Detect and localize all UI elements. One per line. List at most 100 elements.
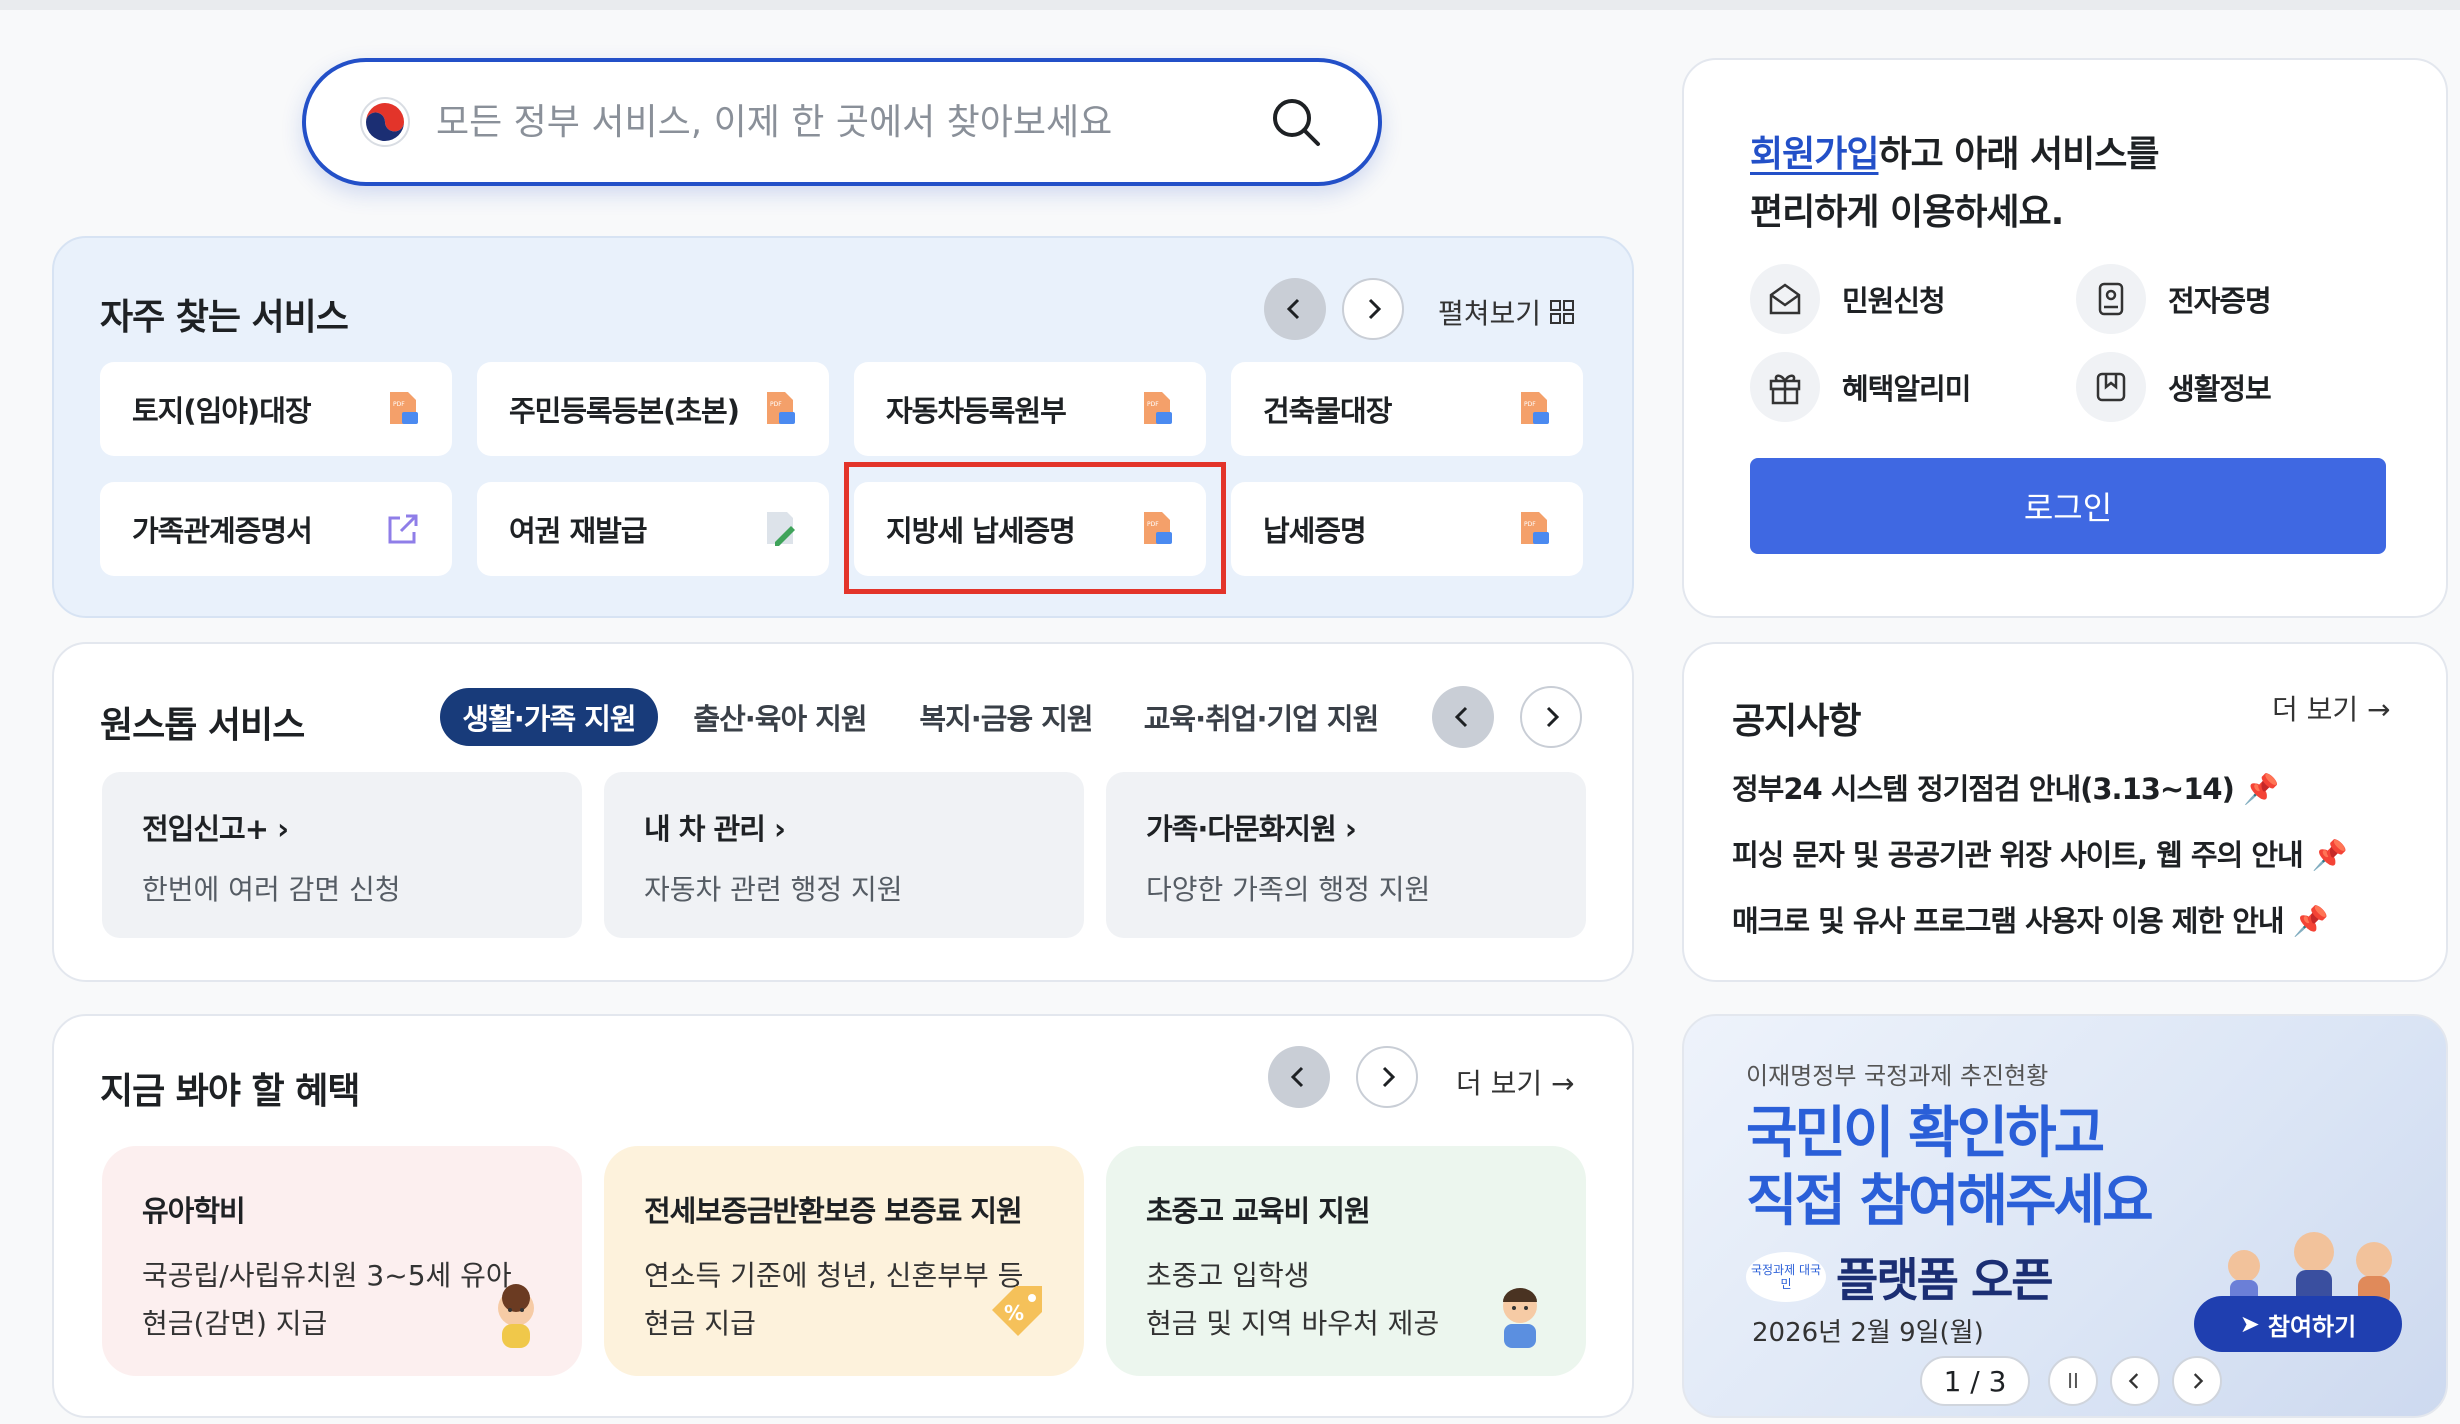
chevron-left-icon [1454,706,1468,728]
service-vehicle-register[interactable]: 자동차등록원부 PDF [854,362,1206,456]
service-e-certificate[interactable]: 전자증명 [2076,264,2272,334]
onestop-card-desc: 다양한 가족의 행정 지원 [1146,873,1431,906]
tab-education-employment[interactable]: 교육·취업·기업 지원 [1126,688,1396,746]
taeguk-logo-icon [360,97,410,147]
chevron-right-icon: › [1344,812,1357,846]
chevron-left-icon [1290,1066,1304,1088]
notice-panel: 공지사항 더 보기 → 정부24 시스템 정기점검 안내(3.13~14) 📌 … [1682,642,2448,982]
notice-more-link[interactable]: 더 보기 → [2272,688,2391,728]
pdf-document-icon: PDF [1521,512,1549,544]
benefit-title: 초중고 교육비 지원 [1146,1194,1371,1228]
arrow-right-icon: → [1551,1067,1575,1100]
tab-welfare-finance[interactable]: 복지·금융 지원 [900,688,1112,746]
service-benefit-alert[interactable]: 혜택알리미 [1750,352,1971,422]
onestop-card-move-in[interactable]: 전입신고+ › 한번에 여러 감면 신청 [102,772,582,938]
login-panel: 회원가입하고 아래 서비스를 편리하게 이용하세요. 민원신청 전자증명 혜택알… [1682,58,2448,618]
people-illustration-icon [2228,1232,2392,1306]
service-family-certificate[interactable]: 가족관계증명서 [100,482,452,576]
banner-date: 2026년 2월 9일(월) [1752,1318,1984,1348]
service-tax-certificate[interactable]: 납세증명 PDF [1231,482,1583,576]
notice-item[interactable]: 매크로 및 유사 프로그램 사용자 이용 제한 안내 📌 [1732,898,2329,940]
pdf-document-icon: PDF [390,392,418,424]
svg-text:PDF: PDF [770,401,782,408]
top-divider [0,0,2460,10]
expand-view-label: 펼쳐보기 [1438,297,1542,330]
benefit-card-kindergarten[interactable]: 유아학비 국공립/사립유치원 3~5세 유아 현금(감면) 지급 [102,1146,582,1376]
chevron-right-icon [2193,1373,2204,1389]
frequent-next-button[interactable] [1342,278,1404,340]
notice-title: 공지사항 [1732,701,1861,742]
service-passport-reissue[interactable]: 여권 재발급 [477,482,829,576]
pdf-document-icon: PDF [767,392,795,424]
chevron-right-icon [1368,298,1382,320]
service-life-info[interactable]: 생활정보 [2076,352,2272,422]
chevron-right-icon [1546,706,1560,728]
banner-pause-button[interactable]: II [2048,1356,2098,1406]
banner-next-button[interactable] [2172,1356,2222,1406]
chevron-right-icon [1382,1066,1396,1088]
banner-platform: 국정과제 대국민 플랫폼 오픈 [1746,1244,2054,1310]
login-button[interactable]: 로그인 [1750,458,2386,554]
onestop-card-my-car[interactable]: 내 차 관리 › 자동차 관련 행정 지원 [604,772,1084,938]
benefits-more-link[interactable]: 더 보기 → [1456,1062,1575,1102]
chevron-right-icon: › [774,812,786,846]
benefits-panel: 지금 봐야 할 혜택 더 보기 → 유아학비 국공립/사립유치원 3~5세 유아… [52,1014,1634,1418]
pin-icon: 📌 [2242,772,2279,806]
search-input[interactable] [436,84,1256,160]
child-character-icon [498,1284,534,1348]
service-resident-register[interactable]: 주민등록등본(초본) PDF [477,362,829,456]
tab-birth-childcare[interactable]: 출산·육아 지원 [674,688,886,746]
id-card-icon [2098,282,2124,316]
onestop-next-button[interactable] [1520,686,1582,748]
onestop-card-family-support[interactable]: 가족·다문화지원 › 다양한 가족의 행정 지원 [1106,772,1586,938]
onestop-card-desc: 자동차 관련 행정 지원 [644,873,903,906]
svg-text:%: % [1004,1301,1024,1325]
frequent-prev-button[interactable] [1264,278,1326,340]
join-button[interactable]: ➤ 참여하기 [2194,1296,2402,1352]
onestop-card-desc: 한번에 여러 감면 신청 [142,873,401,906]
tab-life-family[interactable]: 생활·가족 지원 [440,688,658,746]
notice-item[interactable]: 피싱 문자 및 공공기관 위장 사이트, 웹 주의 안내 📌 [1732,832,2348,874]
search-bar[interactable] [302,58,1382,186]
banner-prev-button[interactable] [2110,1356,2160,1406]
service-land-register[interactable]: 토지(임야)대장 PDF [100,362,452,456]
mail-inbox-icon [1769,283,1801,315]
service-label: 건축물대장 [1263,394,1392,428]
banner-supertitle: 이재명정부 국정과제 추진현황 [1746,1062,2049,1090]
pin-icon: 📌 [2311,838,2348,872]
onestop-prev-button[interactable] [1432,686,1494,748]
signup-link[interactable]: 회원가입 [1750,134,1879,175]
benefit-card-education-cost[interactable]: 초중고 교육비 지원 초중고 입학생 현금 및 지역 바우처 제공 [1106,1146,1586,1376]
onestop-services-panel: 원스톱 서비스 생활·가족 지원 출산·육아 지원 복지·금융 지원 교육·취업… [52,642,1634,982]
promo-banner[interactable]: 이재명정부 국정과제 추진현황 국민이 확인하고 직접 참여해주세요 국정과제 … [1682,1014,2448,1418]
service-label: 납세증명 [1263,514,1367,548]
grid-icon [1550,300,1575,324]
frequent-services-title: 자주 찾는 서비스 [100,297,349,338]
benefit-title: 유아학비 [142,1194,246,1228]
expand-view-button[interactable]: 펼쳐보기 [1438,292,1575,332]
bookmark-icon [2096,372,2126,402]
chevron-left-icon [2128,1373,2139,1389]
banner-platform-text: 플랫폼 오픈 [1836,1253,2054,1307]
svg-text:PDF: PDF [393,401,405,408]
arrow-right-icon: → [2367,693,2391,726]
search-icon[interactable] [1266,92,1326,152]
cursor-icon: ➤ [2239,1310,2260,1338]
notice-item[interactable]: 정부24 시스템 정기점검 안내(3.13~14) 📌 [1732,766,2279,808]
benefit-title: 전세보증금반환보증 보증료 지원 [644,1194,1023,1228]
benefits-prev-button[interactable] [1268,1046,1330,1108]
pdf-document-icon: PDF [1521,392,1549,424]
onestop-card-title: 전입신고+ › [142,812,289,846]
banner-badge: 국정과제 대국민 [1746,1252,1826,1302]
pdf-document-icon: PDF [1144,392,1172,424]
discount-tag-icon: % [992,1286,1042,1336]
svg-text:PDF: PDF [1524,521,1536,528]
service-building-register[interactable]: 건축물대장 PDF [1231,362,1583,456]
benefits-next-button[interactable] [1356,1046,1418,1108]
chevron-left-icon [1286,298,1300,320]
service-label: 여권 재발급 [509,514,647,548]
service-civil-petition[interactable]: 민원신청 [1750,264,1946,334]
onestop-title: 원스톱 서비스 [100,705,305,746]
banner-headline: 국민이 확인하고 직접 참여해주세요 [1746,1101,2154,1234]
benefit-card-deposit-guarantee[interactable]: 전세보증금반환보증 보증료 지원 연소득 기준에 청년, 신혼부부 등 현금 지… [604,1146,1084,1376]
